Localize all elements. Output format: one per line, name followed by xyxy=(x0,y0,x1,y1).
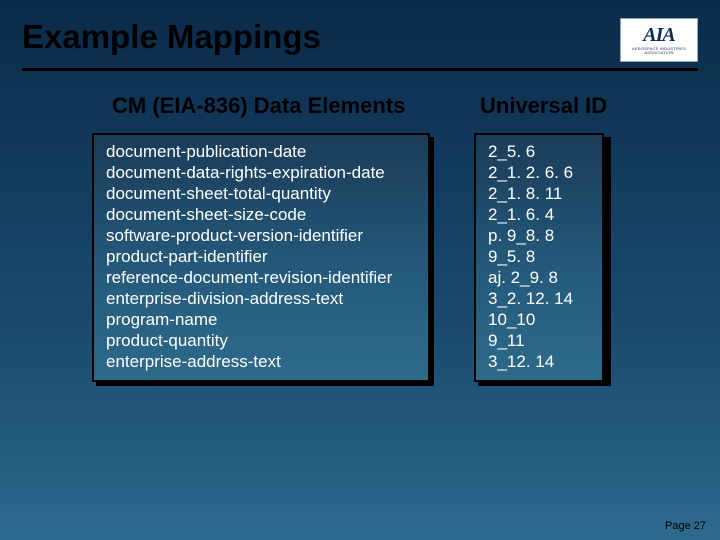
universal-id-row: 9_11 xyxy=(488,330,590,351)
universal-id-row: 2_1. 2. 6. 6 xyxy=(488,162,590,183)
heading-universal-id: Universal ID xyxy=(474,93,607,119)
universal-id-row: 9_5. 8 xyxy=(488,246,590,267)
universal-id-row: 3_2. 12. 14 xyxy=(488,288,590,309)
universal-id-row: p. 9_8. 8 xyxy=(488,225,590,246)
data-element-row: document-sheet-size-code xyxy=(106,204,416,225)
page-number: Page 27 xyxy=(665,520,706,532)
logo-sub-text: AEROSPACE INDUSTRIES ASSOCIATION xyxy=(625,47,693,56)
universal-id-row: 2_5. 6 xyxy=(488,141,590,162)
data-element-row: document-sheet-total-quantity xyxy=(106,183,416,204)
universal-id-row: 10_10 xyxy=(488,309,590,330)
universal-id-row: 2_1. 6. 4 xyxy=(488,204,590,225)
universal-id-row: 3_12. 14 xyxy=(488,351,590,372)
universal-id-row: aj. 2_9. 8 xyxy=(488,267,590,288)
universal-id-box: 2_5. 62_1. 2. 6. 62_1. 8. 112_1. 6. 4p. … xyxy=(474,133,604,382)
data-element-row: product-part-identifier xyxy=(106,246,416,267)
data-element-row: product-quantity xyxy=(106,330,416,351)
data-element-row: document-publication-date xyxy=(106,141,416,162)
slide-title: Example Mappings xyxy=(22,18,321,56)
heading-data-elements: CM (EIA-836) Data Elements xyxy=(92,93,430,119)
data-element-row: enterprise-division-address-text xyxy=(106,288,416,309)
data-elements-box: document-publication-datedocument-data-r… xyxy=(92,133,430,382)
data-element-row: reference-document-revision-identifier xyxy=(106,267,416,288)
data-element-row: enterprise-address-text xyxy=(106,351,416,372)
logo-main-text: AIA xyxy=(643,25,674,45)
data-element-row: document-data-rights-expiration-date xyxy=(106,162,416,183)
data-element-row: program-name xyxy=(106,309,416,330)
universal-id-row: 2_1. 8. 11 xyxy=(488,183,590,204)
aia-logo: AIA AEROSPACE INDUSTRIES ASSOCIATION xyxy=(620,18,698,62)
data-element-row: software-product-version-identifier xyxy=(106,225,416,246)
